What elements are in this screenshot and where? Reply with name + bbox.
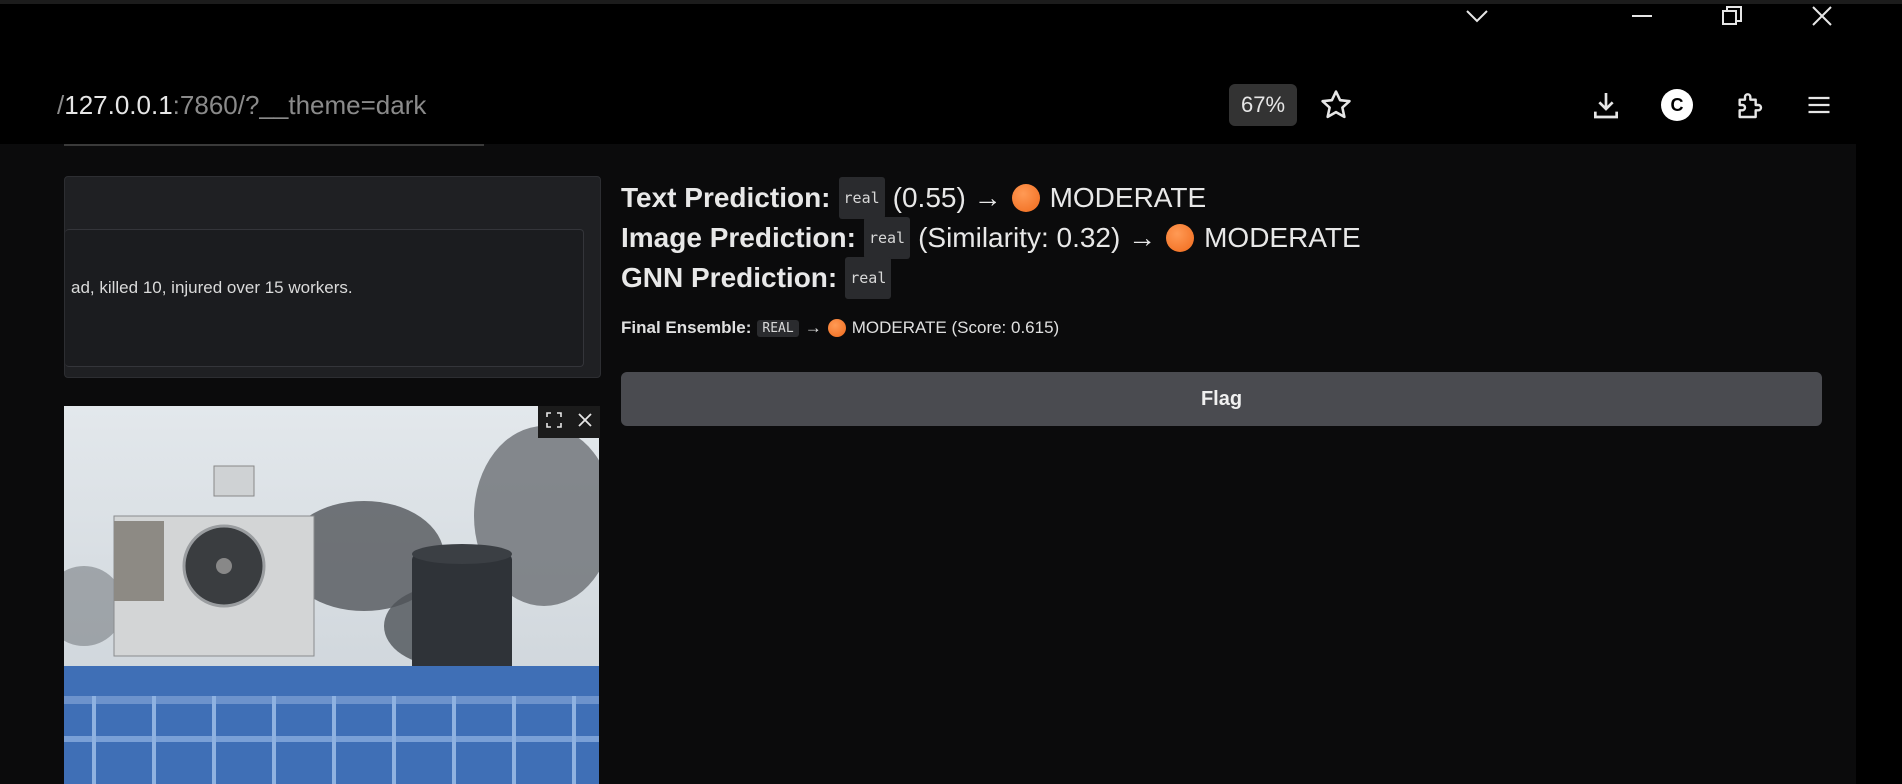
chevron-down-icon[interactable] xyxy=(1455,2,1499,30)
restore-icon[interactable] xyxy=(1710,2,1754,30)
moderate-dot-icon xyxy=(1166,224,1195,252)
star-icon[interactable] xyxy=(1316,84,1356,126)
flag-button[interactable]: Flag xyxy=(621,372,1822,426)
download-icon[interactable] xyxy=(1586,84,1626,126)
image-prediction-level: MODERATE xyxy=(1204,222,1361,253)
menu-icon[interactable] xyxy=(1799,84,1839,126)
moderate-dot-icon xyxy=(1011,184,1040,212)
url-host: 127.0.0.1 xyxy=(64,90,173,120)
image-toolbar xyxy=(538,406,600,438)
news-text-input[interactable]: ad, killed 10, injured over 15 workers. xyxy=(65,229,584,367)
text-prediction-tag: real xyxy=(838,177,885,219)
clipped-header-text xyxy=(64,144,484,150)
image-prediction-line: Image Prediction: real (Similarity: 0.32… xyxy=(621,217,1821,259)
image-prediction-score: (Similarity: 0.32) → xyxy=(918,222,1157,253)
zoom-level-badge[interactable]: 67% xyxy=(1229,84,1297,126)
news-text-value: ad, killed 10, injured over 15 workers. xyxy=(71,278,353,297)
address-bar-url[interactable]: /127.0.0.1:7860/?__theme=dark xyxy=(57,90,426,121)
window-titlebar xyxy=(0,0,1902,34)
final-ensemble-line: Final Ensemble: REAL → MODERATE (Score: … xyxy=(621,318,1821,338)
text-prediction-line: Text Prediction: real (0.55) → MODERATE xyxy=(621,177,1821,219)
text-input-panel: ad, killed 10, injured over 15 workers. xyxy=(64,176,601,378)
gnn-prediction-label: GNN Prediction: xyxy=(621,262,838,293)
image-prediction-tag: real xyxy=(863,217,911,259)
final-ensemble-tag: REAL xyxy=(757,319,799,337)
prediction-results: Text Prediction: real (0.55) → MODERATE … xyxy=(621,177,1821,338)
gnn-prediction-line: GNN Prediction: real xyxy=(621,257,1821,299)
close-window-icon[interactable] xyxy=(1800,2,1844,30)
profile-avatar[interactable]: C xyxy=(1657,84,1697,126)
moderate-dot-icon xyxy=(827,319,846,337)
final-ensemble-result: MODERATE (Score: 0.615) xyxy=(851,318,1060,337)
uploaded-image xyxy=(64,406,599,784)
close-icon[interactable] xyxy=(577,412,593,433)
minimize-icon[interactable] xyxy=(1620,2,1664,30)
final-arrow: → xyxy=(804,318,822,337)
page-content: ad, killed 10, injured over 15 workers. xyxy=(0,144,1856,784)
text-prediction-level: MODERATE xyxy=(1049,182,1207,213)
image-prediction-label: Image Prediction: xyxy=(621,222,856,253)
window-top-border xyxy=(0,0,1902,4)
fullscreen-icon[interactable] xyxy=(545,411,563,434)
text-prediction-label: Text Prediction: xyxy=(621,182,831,213)
text-prediction-score: (0.55) → xyxy=(892,182,1002,213)
url-rest: :7860/?__theme=dark xyxy=(172,90,427,120)
extensions-icon[interactable] xyxy=(1729,84,1769,126)
profile-initial: C xyxy=(1661,89,1693,121)
gnn-prediction-tag: real xyxy=(845,257,892,299)
final-ensemble-label: Final Ensemble: xyxy=(621,318,752,337)
